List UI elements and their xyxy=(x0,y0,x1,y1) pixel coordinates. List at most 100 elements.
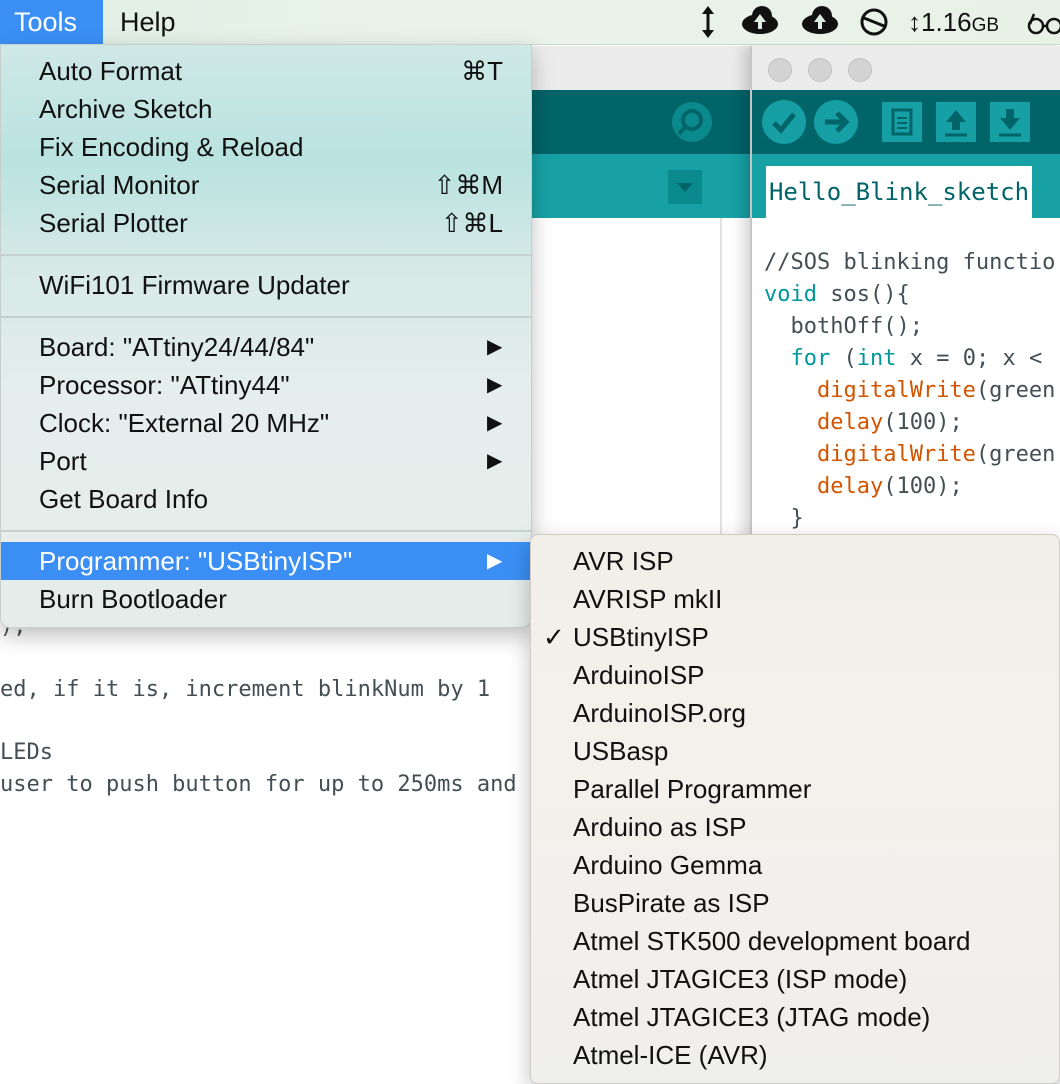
minimize-window-button[interactable] xyxy=(808,58,832,82)
tab-hello-blink-sketch[interactable]: Hello_Blink_sketch xyxy=(766,166,1032,218)
menu-item-wifi101-updater[interactable]: WiFi101 Firmware Updater xyxy=(1,266,531,304)
menu-item-label: Processor: "ATtiny44" xyxy=(39,370,290,400)
submenu-arrow-icon: ▶ xyxy=(487,374,503,396)
code-token: } xyxy=(764,506,804,531)
menu-item-programmer[interactable]: Programmer: "USBtinyISP" ▶ xyxy=(1,542,531,580)
menu-item-label: Programmer: "USBtinyISP" xyxy=(39,546,353,576)
cloud-sync-icon[interactable] xyxy=(798,0,842,44)
code-line: LEDs xyxy=(0,740,53,765)
menu-item-label: Clock: "External 20 MHz" xyxy=(39,408,330,438)
submenu-arrow-icon: ▶ xyxy=(487,450,503,472)
menu-item-label: Port xyxy=(39,446,87,476)
submenu-arrow-icon: ▶ xyxy=(487,412,503,434)
code-line: digitalWrite(green xyxy=(764,378,1055,403)
window-titlebar xyxy=(752,46,1060,91)
code-token: (green xyxy=(975,378,1056,403)
programmer-item[interactable]: ArduinoISP.org xyxy=(531,694,1059,732)
code-token: x = 0; x < xyxy=(896,346,1043,371)
code-line: delay(100); xyxy=(764,474,963,499)
code-token: ( xyxy=(830,346,857,371)
programmer-item[interactable]: AVRISP mkII xyxy=(531,580,1059,618)
programmer-item-label: Atmel-ICE (AVR) xyxy=(573,1040,768,1070)
menu-tools[interactable]: Tools xyxy=(0,0,103,44)
menu-item-label: Archive Sketch xyxy=(39,94,213,124)
programmer-item[interactable]: Atmel JTAGICE3 (ISP mode) xyxy=(531,960,1059,998)
menu-item-port[interactable]: Port ▶ xyxy=(1,442,531,480)
programmer-item-label: BusPirate as ISP xyxy=(573,888,770,918)
open-sketch-button[interactable] xyxy=(936,102,976,142)
code-line: } xyxy=(764,506,804,531)
sync-arrows-icon[interactable] xyxy=(696,0,720,44)
ide-tabbar: Hello_Blink_sketch xyxy=(752,154,1060,218)
left-window-toolbar xyxy=(530,90,750,154)
programmer-item[interactable]: AVR ISP xyxy=(531,542,1059,580)
menu-item-archive-sketch[interactable]: Archive Sketch xyxy=(1,90,531,128)
checkmark-icon xyxy=(772,112,796,134)
menu-item-clock[interactable]: Clock: "External 20 MHz" ▶ xyxy=(1,404,531,442)
document-icon xyxy=(891,108,913,136)
code-line: digitalWrite(green xyxy=(764,442,1055,467)
menu-item-board[interactable]: Board: "ATtiny24/44/84" ▶ xyxy=(1,328,531,366)
memory-unit: GB xyxy=(971,15,1000,36)
programmer-item[interactable]: Atmel STK500 development board xyxy=(531,922,1059,960)
code-token: (100); xyxy=(883,410,963,435)
menu-item-auto-format[interactable]: Auto Format ⌘T xyxy=(1,52,531,90)
programmer-item-label: Atmel STK500 development board xyxy=(573,926,971,956)
programmer-item[interactable]: ArduinoISP xyxy=(531,656,1059,694)
menu-item-processor[interactable]: Processor: "ATtiny44" ▶ xyxy=(1,366,531,404)
menu-item-serial-monitor[interactable]: Serial Monitor ⇧⌘M xyxy=(1,166,531,204)
programmer-item[interactable]: Parallel Programmer xyxy=(531,770,1059,808)
serial-monitor-button[interactable] xyxy=(672,102,712,142)
programmer-item[interactable]: USBasp xyxy=(531,732,1059,770)
submenu-arrow-icon: ▶ xyxy=(487,336,503,358)
save-sketch-button[interactable] xyxy=(990,102,1030,142)
menu-item-label: WiFi101 Firmware Updater xyxy=(39,270,350,300)
close-window-button[interactable] xyxy=(768,58,792,82)
chevron-down-icon xyxy=(677,183,693,192)
zoom-window-button[interactable] xyxy=(848,58,872,82)
new-sketch-button[interactable] xyxy=(882,102,922,142)
programmer-item-selected[interactable]: ✓ USBtinyISP xyxy=(531,618,1059,656)
programmer-item[interactable]: Atmel-ICE (AVR) xyxy=(531,1036,1059,1074)
code-token: int xyxy=(856,346,897,371)
tab-menu-button[interactable] xyxy=(668,170,702,204)
checkmark-icon: ✓ xyxy=(543,622,565,652)
code-token: for xyxy=(790,346,831,371)
arrow-up-icon xyxy=(945,110,967,137)
menu-bar: Tools Help ↕1.16GB xyxy=(0,0,1060,45)
menu-item-get-board-info[interactable]: Get Board Info xyxy=(1,480,531,518)
menu-help[interactable]: Help xyxy=(106,0,190,44)
glasses-icon[interactable] xyxy=(1026,0,1060,44)
programmer-item-label: USBasp xyxy=(573,736,669,766)
menu-item-label: Board: "ATtiny24/44/84" xyxy=(39,332,315,362)
menu-item-label: Auto Format xyxy=(39,56,183,86)
menu-item-serial-plotter[interactable]: Serial Plotter ⇧⌘L xyxy=(1,204,531,242)
menu-item-label: Serial Monitor xyxy=(39,170,200,200)
activity-circle-icon[interactable] xyxy=(858,0,890,44)
programmer-item[interactable]: Arduino as ISP xyxy=(531,808,1059,846)
memory-arrows-icon: ↕ xyxy=(908,7,921,37)
menu-item-burn-bootloader[interactable]: Burn Bootloader xyxy=(1,580,531,618)
memory-indicator[interactable]: ↕1.16GB xyxy=(908,0,999,44)
cloud-upload-icon[interactable] xyxy=(738,0,782,44)
code-token: delay xyxy=(816,474,884,499)
left-window-titlebar xyxy=(530,46,750,91)
code-token: digitalWrite xyxy=(816,442,976,467)
programmer-item[interactable]: Arduino Gemma xyxy=(531,846,1059,884)
menu-item-shortcut: ⇧⌘M xyxy=(433,170,503,200)
menu-item-fix-encoding[interactable]: Fix Encoding & Reload xyxy=(1,128,531,166)
code-line: user to push button for up to 250ms and xyxy=(0,772,517,797)
upload-button[interactable] xyxy=(814,100,858,144)
programmer-item[interactable]: Atmel JTAGICE3 (JTAG mode) xyxy=(531,998,1059,1036)
verify-button[interactable] xyxy=(762,100,806,144)
code-line: delay(100); xyxy=(764,410,963,435)
menu-item-label: Fix Encoding & Reload xyxy=(39,132,304,162)
memory-value: 1.16 xyxy=(921,7,972,37)
left-window-tabbar xyxy=(530,154,750,218)
code-token: sos(){ xyxy=(816,282,910,307)
programmer-submenu: AVR ISP AVRISP mkII ✓ USBtinyISP ArduinoI… xyxy=(530,534,1060,1084)
programmer-item[interactable]: BusPirate as ISP xyxy=(531,884,1059,922)
tools-menu: Auto Format ⌘T Archive Sketch Fix Encodi… xyxy=(0,44,532,628)
